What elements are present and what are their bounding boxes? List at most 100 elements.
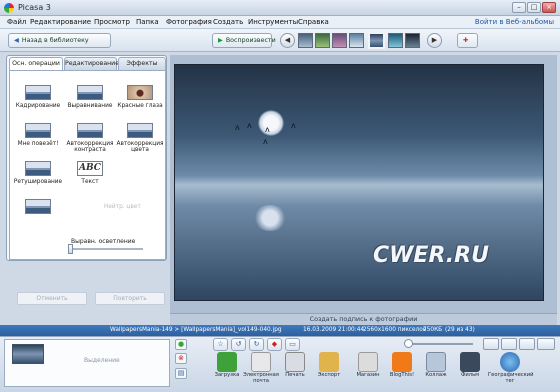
status-bar: WallpapersMania-149 > [WallpapersMania]_… <box>0 325 560 336</box>
geotag-button[interactable]: Географический тег <box>488 352 534 384</box>
rotate-left-button[interactable]: ↺ <box>231 338 246 351</box>
auto-contrast-label: Автокоррекция контраста <box>66 141 114 154</box>
zoom-slider[interactable] <box>411 343 473 345</box>
retouch-label: Ретуширование <box>13 179 63 185</box>
bird: ᴧ <box>235 123 240 132</box>
view-info-icon[interactable] <box>537 338 555 350</box>
close-button[interactable]: × <box>542 2 556 13</box>
filmstrip-thumb[interactable] <box>298 33 313 48</box>
menu-file[interactable]: Файл <box>7 18 26 26</box>
auto-color-tool[interactable]: Автокоррекция цвета <box>114 123 166 154</box>
straighten-icon <box>77 85 103 100</box>
bird: ᴧ <box>291 121 296 130</box>
menu-folder[interactable]: Папка <box>136 18 159 26</box>
movie-label: Фильм <box>460 372 480 378</box>
view-single-icon[interactable] <box>483 338 499 350</box>
shop-button[interactable]: Магазин <box>350 352 386 379</box>
shop-label: Магазин <box>356 372 380 378</box>
add-to-album-icon[interactable]: ▤ <box>175 368 187 379</box>
undo-button[interactable]: Отменить <box>17 292 87 305</box>
filmstrip-thumb[interactable] <box>349 33 364 48</box>
minimize-button[interactable]: – <box>512 2 526 13</box>
tab-basic-fixes[interactable]: Осн. операции <box>9 57 63 71</box>
feeling-lucky-label: Мне повезёт! <box>17 141 59 147</box>
share-button[interactable]: ✚ <box>457 33 478 48</box>
caption-field[interactable]: Создать подпись к фотографии <box>170 313 557 325</box>
fill-light-label: Выравн. осветление <box>71 238 136 245</box>
retouch-tool[interactable]: Ретуширование <box>12 161 64 185</box>
export-label: Экспорт <box>317 372 341 378</box>
auto-contrast-tool[interactable]: Автокоррекция контраста <box>64 123 116 154</box>
movie-button[interactable]: Фильм <box>452 352 488 379</box>
status-date: 16.03.2009 21:00:44 <box>303 327 365 333</box>
tag-button[interactable]: ◆ <box>267 338 282 351</box>
menu-help[interactable]: Справка <box>298 18 329 26</box>
filmstrip-thumb[interactable] <box>405 33 420 48</box>
back-label: Назад в библиотеку <box>21 37 89 44</box>
main-photo[interactable]: ᴧ ᴧ ᴧ ᴧ ᴧ CWER.RU <box>174 64 544 301</box>
menu-edit[interactable]: Редактирование <box>30 18 91 26</box>
email-label: Электронная почта <box>243 372 279 384</box>
retouch-icon <box>25 161 51 176</box>
movie-icon <box>460 352 480 372</box>
signin-link[interactable]: Войти в Веб-альбомы <box>475 18 554 26</box>
upload-button[interactable]: Загрузка <box>209 352 245 379</box>
maximize-button[interactable]: □ <box>527 2 541 13</box>
text-tool[interactable]: ABC Текст <box>64 161 116 185</box>
caption-button[interactable]: ▭ <box>285 338 300 351</box>
hold-icon[interactable]: ● <box>175 339 187 350</box>
redo-button[interactable]: Повторить <box>95 292 165 305</box>
menu-view[interactable]: Просмотр <box>94 18 130 26</box>
next-photo-button[interactable]: ▶ <box>427 33 442 48</box>
blogger-icon <box>392 352 412 372</box>
clear-icon[interactable]: ⊗ <box>175 353 187 364</box>
print-button[interactable]: Печать <box>277 352 313 379</box>
filmstrip-thumb[interactable] <box>388 33 403 48</box>
view-compare-icon[interactable] <box>501 338 517 350</box>
tab-effects[interactable]: Эффекты <box>118 57 166 70</box>
view-people-icon[interactable] <box>519 338 535 350</box>
crop-label: Кадрирование <box>15 103 61 109</box>
tab-tuning[interactable]: Редактирование <box>64 57 119 70</box>
star-button[interactable]: ☆ <box>213 338 228 351</box>
zoom-slider-thumb[interactable] <box>404 339 413 348</box>
crop-tool[interactable]: Кадрирование <box>12 85 64 109</box>
feeling-lucky-tool[interactable]: Мне повезёт! <box>12 123 64 147</box>
filmstrip-thumb[interactable] <box>332 33 347 48</box>
filmstrip-thumb-current[interactable] <box>368 32 385 49</box>
rotate-right-button[interactable]: ↻ <box>249 338 264 351</box>
fill-light-icon <box>25 199 51 214</box>
redeye-icon <box>127 85 153 100</box>
previous-photo-button[interactable]: ◀ <box>280 33 295 48</box>
crop-icon <box>25 85 51 100</box>
fill-light-slider[interactable] <box>69 248 143 250</box>
email-button[interactable]: Электронная почта <box>243 352 279 384</box>
status-dimensions: 2560x1600 пикселов <box>363 327 427 333</box>
shop-icon <box>358 352 378 372</box>
moon <box>258 110 284 136</box>
title-bar: Picasa 3 – □ × <box>0 0 560 16</box>
slideshow-button[interactable]: ▶ Воспроизвести <box>212 33 276 48</box>
edit-panel: Осн. операции Редактирование Эффекты Кад… <box>6 55 167 305</box>
blogthis-label: BlogThis! <box>389 372 415 378</box>
blogthis-button[interactable]: BlogThis! <box>384 352 420 379</box>
tray-thumbnail[interactable] <box>12 344 44 364</box>
window-title: Picasa 3 <box>18 3 51 12</box>
back-to-library-button[interactable]: ◀ Назад в библиотеку <box>8 33 111 48</box>
redeye-tool[interactable]: Красные глаза <box>114 85 166 109</box>
filmstrip-thumb[interactable] <box>315 33 330 48</box>
export-button[interactable]: Экспорт <box>311 352 347 379</box>
collage-button[interactable]: Коллаж <box>418 352 454 379</box>
bird: ᴧ <box>265 125 270 134</box>
auto-contrast-icon <box>77 123 103 138</box>
email-icon <box>251 352 271 372</box>
fill-light-slider-thumb[interactable] <box>68 244 73 254</box>
print-icon <box>285 352 305 372</box>
menu-photo[interactable]: Фотография <box>166 18 212 26</box>
geotag-icon <box>500 352 520 372</box>
selection-label: Выделение <box>84 357 120 364</box>
menu-create[interactable]: Создать <box>213 18 243 26</box>
straighten-tool[interactable]: Выравнивание <box>64 85 116 109</box>
basic-fixes-panel: Кадрирование Выравнивание Красные глаза … <box>9 70 166 260</box>
menu-tools[interactable]: Инструменты <box>248 18 298 26</box>
